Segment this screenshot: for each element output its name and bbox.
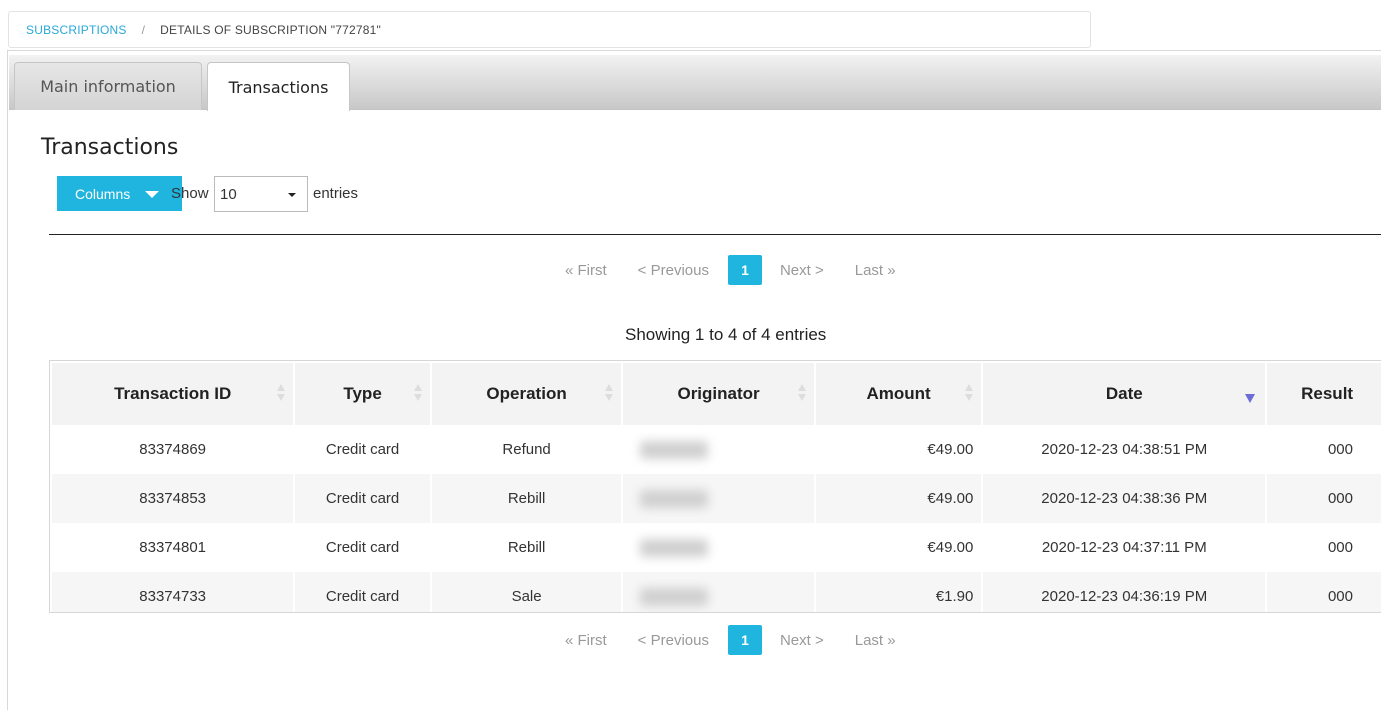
cell-originator	[623, 425, 814, 474]
breadcrumb-subscriptions-link[interactable]: SUBSCRIPTIONS	[26, 23, 127, 37]
cell-type: Credit card	[295, 523, 430, 572]
columns-button[interactable]: Columns	[57, 176, 182, 211]
sort-icon	[797, 384, 806, 402]
breadcrumb-separator: /	[141, 22, 146, 37]
cell-type: Credit card	[295, 572, 430, 612]
table-row[interactable]: 83374869 Credit card Refund €49.00 2020-…	[52, 425, 1381, 474]
cell-type: Credit card	[295, 425, 430, 474]
cell-result: 000	[1267, 523, 1381, 572]
redacted-originator	[639, 538, 708, 557]
pager-first[interactable]: « First	[565, 262, 607, 279]
cell-operation: Rebill	[431, 523, 622, 572]
cell-transaction-id: 83374853	[52, 474, 294, 523]
show-label: Show	[171, 185, 209, 202]
columns-button-label: Columns	[75, 185, 131, 202]
pager-last[interactable]: Last »	[855, 632, 896, 649]
section-title: Transactions	[41, 135, 179, 160]
redacted-originator	[639, 587, 708, 606]
header-transaction-id[interactable]: Transaction ID	[52, 361, 294, 425]
tab-main-information[interactable]: Main information	[14, 62, 202, 110]
cell-amount: €1.90	[815, 572, 982, 612]
sort-icon	[965, 384, 974, 402]
table-header-row: Transaction ID Type Operation Originator…	[52, 361, 1381, 425]
entries-per-page-value: 10	[220, 185, 237, 203]
cell-transaction-id: 83374801	[52, 523, 294, 572]
cell-operation: Refund	[431, 425, 622, 474]
pager-next[interactable]: Next >	[780, 262, 824, 279]
transactions-table: Transaction ID Type Operation Originator…	[49, 360, 1381, 613]
cell-date: 2020-12-23 04:37:11 PM	[983, 523, 1266, 572]
pager-previous[interactable]: < Previous	[638, 632, 709, 649]
cell-transaction-id: 83374733	[52, 572, 294, 612]
table-row[interactable]: 83374733 Credit card Sale €1.90 2020-12-…	[52, 572, 1381, 612]
tab-bar: Main information Transactions	[9, 55, 1381, 111]
pager-page-1[interactable]: 1	[727, 625, 762, 655]
pager-last[interactable]: Last »	[855, 262, 896, 279]
header-type[interactable]: Type	[295, 361, 430, 425]
cell-amount: €49.00	[815, 474, 982, 523]
sort-icon	[413, 384, 422, 402]
cell-originator	[623, 523, 814, 572]
cell-operation: Rebill	[431, 474, 622, 523]
entries-per-page-select[interactable]: 10	[214, 176, 308, 212]
cell-originator	[623, 474, 814, 523]
redacted-originator	[639, 489, 708, 508]
pager-page-1[interactable]: 1	[727, 255, 762, 285]
pagination-bottom: « First < Previous 1 Next > Last »	[565, 625, 896, 655]
sort-descending-icon	[1245, 394, 1256, 403]
table-row[interactable]: 83374853 Credit card Rebill €49.00 2020-…	[52, 474, 1381, 523]
cell-originator	[623, 572, 814, 612]
pager-previous[interactable]: < Previous	[638, 262, 709, 279]
cell-operation: Sale	[431, 572, 622, 612]
breadcrumb: SUBSCRIPTIONS / DETAILS OF SUBSCRIPTION …	[8, 11, 1091, 48]
cell-transaction-id: 83374869	[52, 425, 294, 474]
pager-next[interactable]: Next >	[780, 632, 824, 649]
cell-result: 000	[1267, 572, 1381, 612]
tab-transactions[interactable]: Transactions	[207, 62, 350, 111]
entries-label: entries	[313, 185, 359, 202]
cell-result: 000	[1267, 425, 1381, 474]
entries-info: Showing 1 to 4 of 4 entries	[625, 325, 827, 344]
header-originator[interactable]: Originator	[623, 361, 814, 425]
chevron-down-icon	[288, 193, 296, 197]
divider	[49, 234, 1381, 235]
cell-date: 2020-12-23 04:38:51 PM	[983, 425, 1266, 474]
cell-date: 2020-12-23 04:36:19 PM	[983, 572, 1266, 612]
breadcrumb-current: DETAILS OF SUBSCRIPTION "772781"	[160, 22, 381, 37]
subscription-panel: Main information Transactions Transactio…	[7, 50, 1381, 710]
cell-amount: €49.00	[815, 523, 982, 572]
sort-icon	[605, 384, 614, 402]
caret-down-icon	[145, 191, 159, 198]
header-operation[interactable]: Operation	[431, 361, 622, 425]
table-row[interactable]: 83374801 Credit card Rebill €49.00 2020-…	[52, 523, 1381, 572]
header-amount[interactable]: Amount	[815, 361, 982, 425]
cell-date: 2020-12-23 04:38:36 PM	[983, 474, 1266, 523]
pagination-top: « First < Previous 1 Next > Last »	[565, 255, 896, 285]
cell-type: Credit card	[295, 474, 430, 523]
cell-amount: €49.00	[815, 425, 982, 474]
header-result[interactable]: Result	[1267, 361, 1381, 425]
redacted-originator	[639, 440, 708, 459]
pager-first[interactable]: « First	[565, 632, 607, 649]
cell-result: 000	[1267, 474, 1381, 523]
header-date[interactable]: Date	[983, 361, 1266, 425]
sort-icon	[277, 384, 286, 402]
